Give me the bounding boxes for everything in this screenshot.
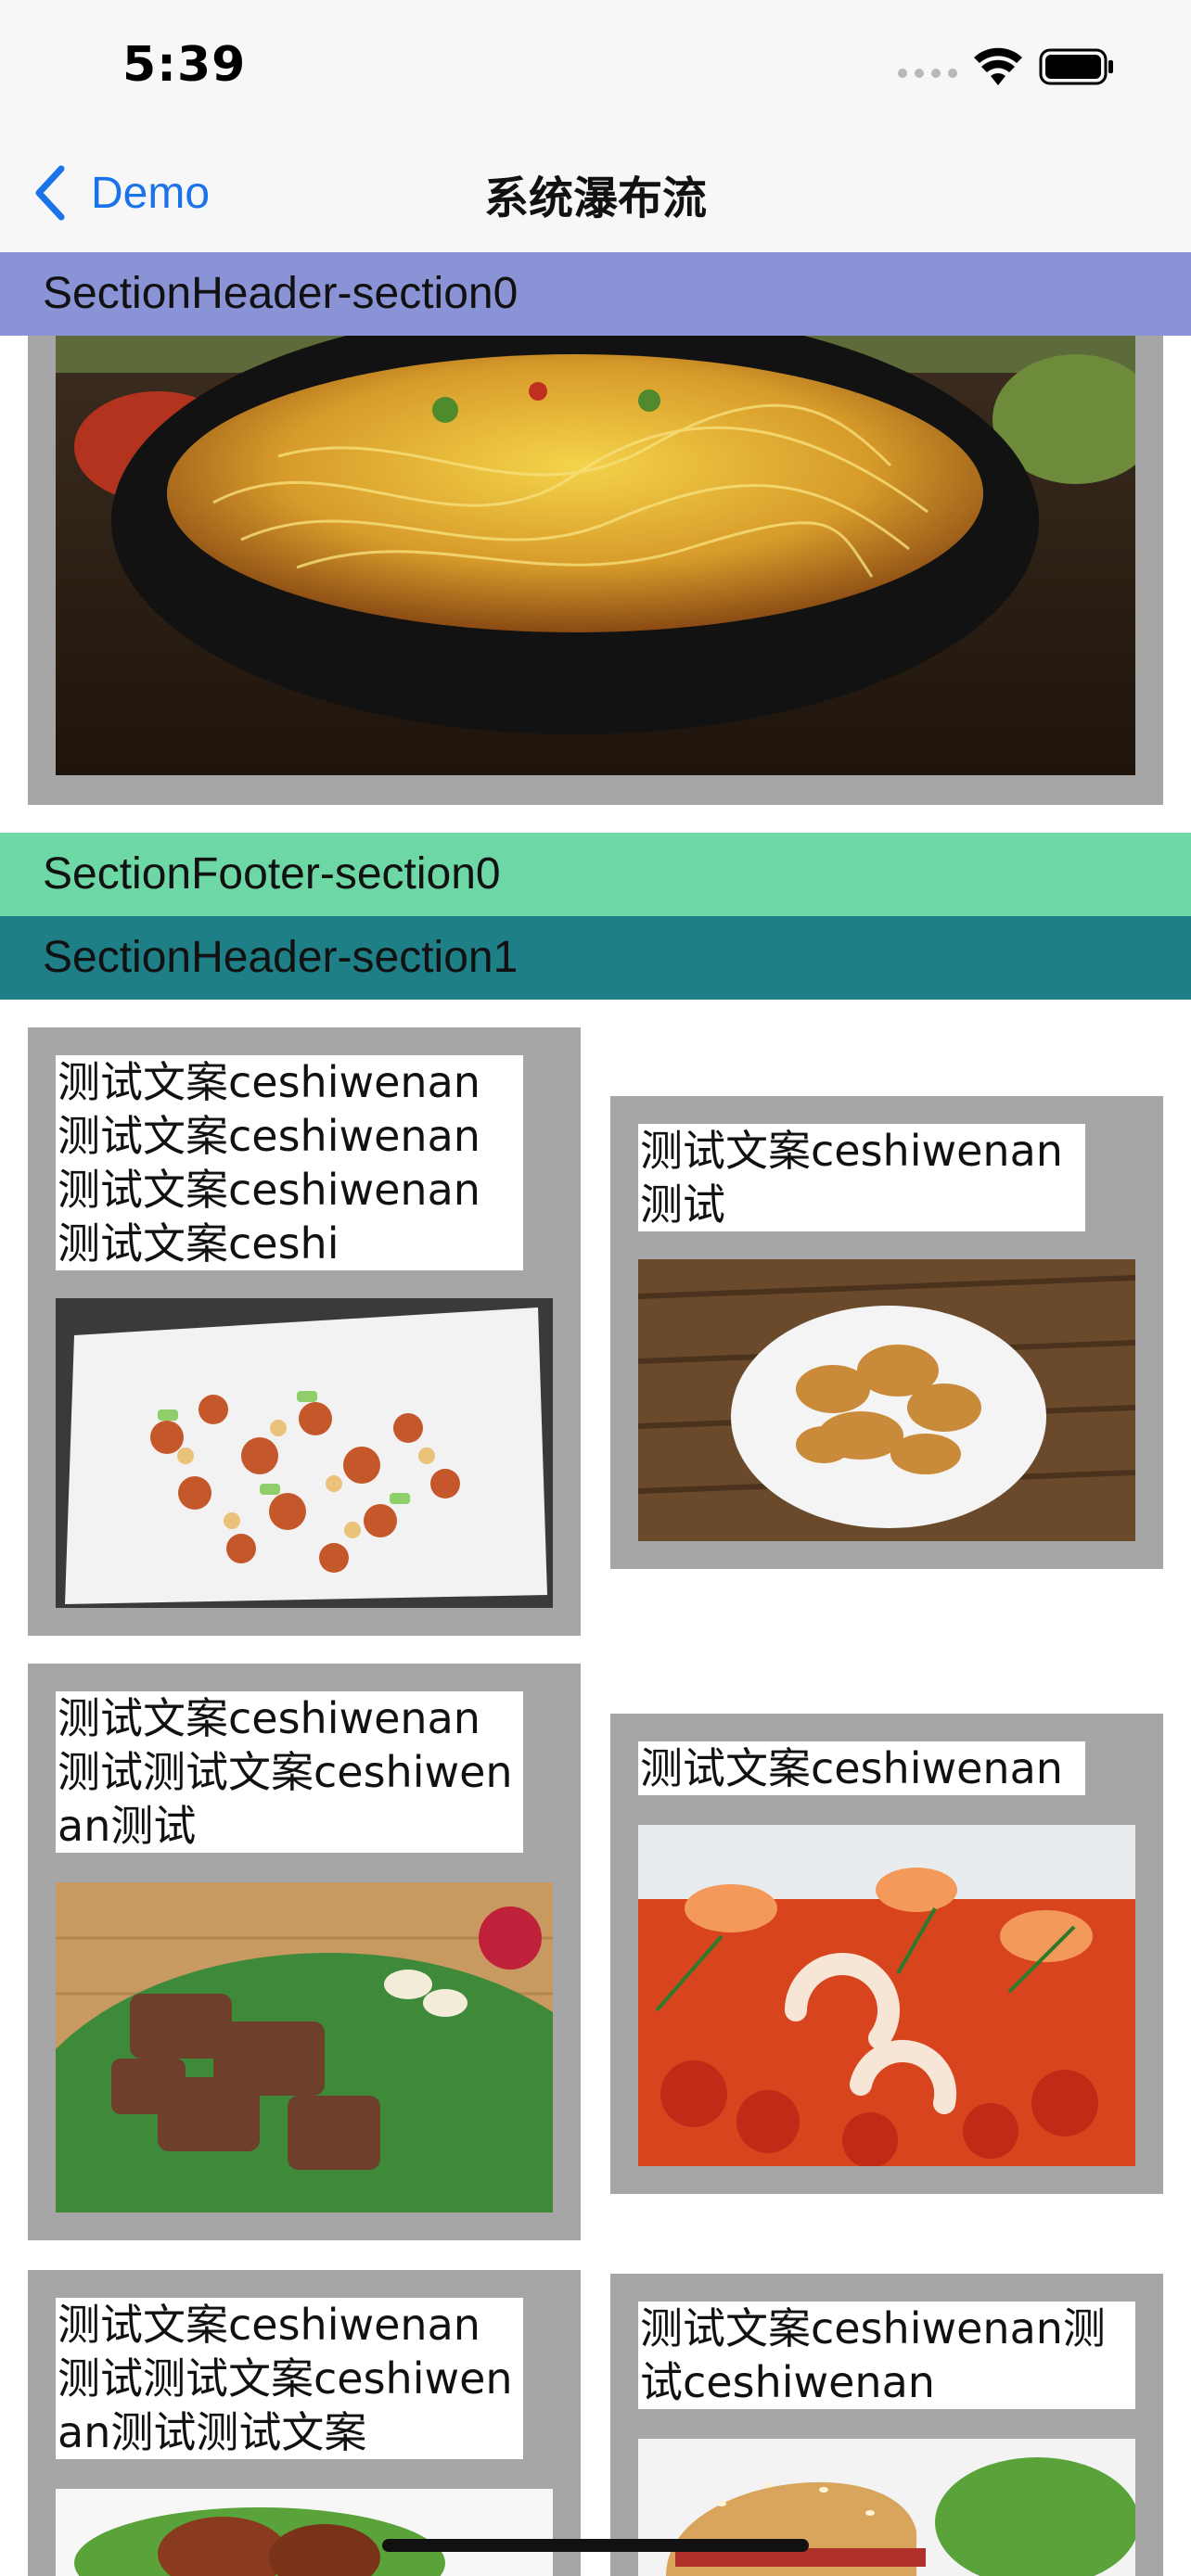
wifi-icon	[974, 47, 1022, 85]
section-header-1: SectionHeader-section1	[0, 916, 1191, 1000]
top-bar: 5:39 Demo 系统瀑布流	[0, 0, 1191, 252]
waterfall-cell[interactable]: 测试文案ceshiwenan测试测试文案ceshiwenan测试	[28, 1664, 581, 2240]
cell-caption: 测试文案ceshiwenan测试测试文案ceshiwenan测试测试文案	[56, 2298, 523, 2459]
noodles-photo	[56, 336, 1135, 775]
cellular-signal-icon	[898, 69, 957, 78]
cell-caption: 测试文案ceshiwenan测试文案ceshiwenan测试文案ceshiwen…	[56, 1055, 523, 1270]
battery-icon	[1039, 48, 1113, 85]
section-footer-0: SectionFooter-section0	[0, 833, 1191, 916]
burger-photo	[638, 2439, 1135, 2576]
section-header-0: SectionHeader-section0	[0, 252, 1191, 336]
home-indicator[interactable]	[382, 2539, 809, 2552]
section0-cell[interactable]	[28, 336, 1163, 805]
cell-caption: 测试文案ceshiwenan测试ceshiwenan	[638, 2302, 1135, 2409]
grilled-meat-photo	[56, 1882, 553, 2213]
status-time: 5:39	[122, 37, 247, 93]
shrimp-squid-photo	[638, 1825, 1135, 2166]
spicy-chicken-photo	[56, 1298, 553, 1608]
cell-caption: 测试文案ceshiwenan测试测试文案ceshiwenan测试	[56, 1691, 523, 1853]
waterfall-cell[interactable]: 测试文案ceshiwenan	[610, 1714, 1163, 2194]
page-title: 系统瀑布流	[483, 172, 707, 224]
waterfall-cell[interactable]: 测试文案ceshiwenan测试ceshiwenan	[610, 2274, 1163, 2576]
cell-caption: 测试文案ceshiwenan测试	[638, 1124, 1085, 1231]
waterfall-cell[interactable]: 测试文案ceshiwenan测试文案ceshiwenan测试文案ceshiwen…	[28, 1027, 581, 1636]
waterfall-cell[interactable]: 测试文案ceshiwenan测试	[610, 1096, 1163, 1569]
meat-salad-photo	[56, 2489, 553, 2576]
cell-caption: 测试文案ceshiwenan	[638, 1741, 1085, 1795]
waterfall-cell[interactable]: 测试文案ceshiwenan测试测试文案ceshiwenan测试测试文案	[28, 2270, 581, 2576]
navigation-bar: Demo 系统瀑布流	[0, 139, 1191, 252]
fried-pork-photo	[638, 1259, 1135, 1541]
